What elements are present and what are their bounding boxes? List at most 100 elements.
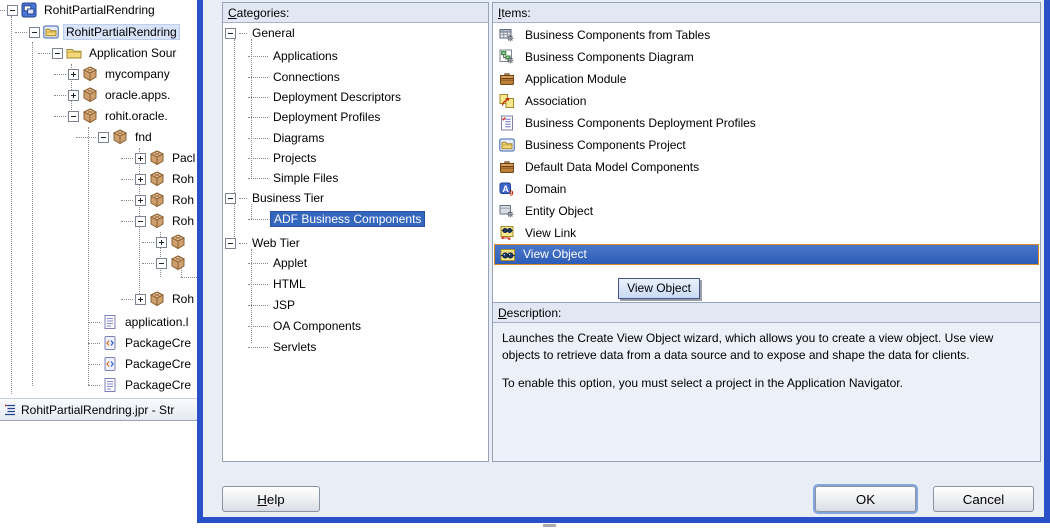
package-icon <box>149 192 165 208</box>
collapse-toggle[interactable] <box>135 215 146 227</box>
node-label: fnd <box>135 129 152 144</box>
item-business-components-diagram[interactable]: Business Components Diagram <box>499 47 697 67</box>
description-paragraph: To enable this option, you must select a… <box>502 376 903 390</box>
node-label: Roh <box>172 171 195 186</box>
default-data-model-icon <box>499 159 515 175</box>
domain-icon <box>499 181 515 197</box>
collapse-toggle[interactable] <box>68 110 79 122</box>
category-jsp[interactable]: JSP <box>248 295 298 315</box>
collapse-toggle[interactable] <box>29 26 40 38</box>
expand-toggle[interactable] <box>135 194 146 206</box>
item-default-data-model[interactable]: Default Data Model Components <box>499 157 702 177</box>
expand-toggle[interactable] <box>135 293 146 305</box>
items-panel: Items: Business Components from Tables B… <box>492 2 1041 303</box>
item-bc-deployment-profiles[interactable]: Business Components Deployment Profiles <box>499 113 759 133</box>
bc-project-icon <box>499 137 515 153</box>
node-label: PackageCre <box>125 335 192 350</box>
collapse-toggle[interactable] <box>225 192 236 204</box>
bc-deployment-profiles-icon <box>499 115 515 131</box>
item-label: Application Module <box>525 71 627 86</box>
item-association[interactable]: Association <box>499 91 589 111</box>
nav-node-file[interactable]: PackageCre <box>88 354 194 374</box>
item-bc-project[interactable]: Business Components Project <box>499 135 689 155</box>
help-button[interactable]: Help <box>222 486 320 512</box>
nav-node-workspace[interactable]: RohitPartialRendring <box>0 0 158 20</box>
structure-icon <box>3 402 19 418</box>
category-oa-components[interactable]: OA Components <box>248 316 364 336</box>
view-object-tooltip: View Object <box>618 278 700 299</box>
collapse-toggle[interactable] <box>7 4 18 16</box>
expand-toggle[interactable] <box>156 236 167 248</box>
nav-node-fnd[interactable]: fnd <box>76 127 155 147</box>
category-applications[interactable]: Applications <box>248 46 341 66</box>
category-html[interactable]: HTML <box>248 274 309 294</box>
item-business-components-from-tables[interactable]: Business Components from Tables <box>499 25 713 45</box>
nav-node-file[interactable]: PackageCre <box>88 375 194 395</box>
nav-node-package[interactable] <box>142 232 196 252</box>
nav-node-package[interactable]: Roh <box>121 211 197 231</box>
nav-node-project[interactable]: RohitPartialRendring <box>15 22 180 42</box>
nav-node-rohit-oracle[interactable]: rohit.oracle. <box>54 106 171 126</box>
item-view-link[interactable]: View Link <box>499 223 579 243</box>
nav-node-file[interactable]: PackageCre <box>88 333 194 353</box>
expand-toggle[interactable] <box>135 152 146 164</box>
screen: A 9 <box>0 0 1050 528</box>
document-icon <box>102 377 118 393</box>
nav-node-file[interactable]: application.l <box>88 312 191 332</box>
nav-node-package[interactable]: Pacl <box>121 148 197 168</box>
item-label: Business Components Deployment Profiles <box>525 115 756 130</box>
category-label: Projects <box>273 150 317 165</box>
collapse-toggle[interactable] <box>225 27 236 39</box>
application-module-icon <box>499 71 515 87</box>
category-applet[interactable]: Applet <box>248 253 310 273</box>
category-label: Connections <box>273 69 340 84</box>
category-deployment-descriptors[interactable]: Deployment Descriptors <box>248 87 404 107</box>
category-servlets[interactable]: Servlets <box>248 337 319 357</box>
category-connections[interactable]: Connections <box>248 67 343 87</box>
cancel-button[interactable]: Cancel <box>933 486 1034 512</box>
category-general[interactable]: General <box>225 23 298 43</box>
category-label: Simple Files <box>273 170 339 185</box>
project-folder-icon <box>43 24 59 40</box>
collapse-toggle[interactable] <box>225 237 236 249</box>
nav-node-package[interactable]: Roh <box>121 289 197 309</box>
item-label: Business Components Project <box>525 137 686 152</box>
category-deployment-profiles[interactable]: Deployment Profiles <box>248 107 383 127</box>
category-simple-files[interactable]: Simple Files <box>248 168 341 188</box>
nav-node-package[interactable] <box>142 253 196 273</box>
ok-button[interactable]: OK <box>815 486 916 512</box>
category-label: General <box>252 25 295 40</box>
nav-node-package[interactable]: Roh <box>121 169 197 189</box>
expand-toggle[interactable] <box>135 173 146 185</box>
structure-panel-header[interactable]: RohitPartialRendring.jpr - Str <box>0 398 197 421</box>
collapse-toggle[interactable] <box>98 131 109 143</box>
item-label: View Link <box>525 225 577 240</box>
category-diagrams[interactable]: Diagrams <box>248 128 327 148</box>
item-label: Business Components from Tables <box>525 27 711 42</box>
collapse-toggle[interactable] <box>156 257 167 269</box>
nav-node-package[interactable]: Roh <box>121 190 197 210</box>
node-label: Roh <box>172 213 195 228</box>
nav-node-mycompany[interactable]: mycompany <box>54 64 173 84</box>
tree-guide-line <box>234 39 235 243</box>
nav-node-oracle-apps[interactable]: oracle.apps. <box>54 85 173 105</box>
description-text: Launches the Create View Object wizard, … <box>502 330 1030 392</box>
workspace-icon <box>21 2 37 18</box>
category-web-tier[interactable]: Web Tier <box>225 233 303 253</box>
tree-guide-line <box>32 42 33 386</box>
category-business-tier[interactable]: Business Tier <box>225 188 327 208</box>
category-projects[interactable]: Projects <box>248 148 319 168</box>
item-domain[interactable]: Domain <box>499 179 569 199</box>
items-list: Business Components from Tables Business… <box>493 23 1040 303</box>
nav-node-application-sources[interactable]: Application Sour <box>38 43 179 63</box>
application-navigator-panel: RohitPartialRendring RohitPartialRendrin… <box>0 0 197 528</box>
category-label: Applications <box>273 48 338 63</box>
navigator-tree: RohitPartialRendring RohitPartialRendrin… <box>0 0 197 397</box>
collapse-toggle[interactable] <box>52 47 63 59</box>
item-view-object-selected[interactable]: View Object <box>494 244 1039 265</box>
expand-toggle[interactable] <box>68 89 79 101</box>
expand-toggle[interactable] <box>68 68 79 80</box>
item-application-module[interactable]: Application Module <box>499 69 629 89</box>
item-entity-object[interactable]: Entity Object <box>499 201 596 221</box>
category-adf-business-components[interactable]: ADF Business Components <box>248 209 426 229</box>
